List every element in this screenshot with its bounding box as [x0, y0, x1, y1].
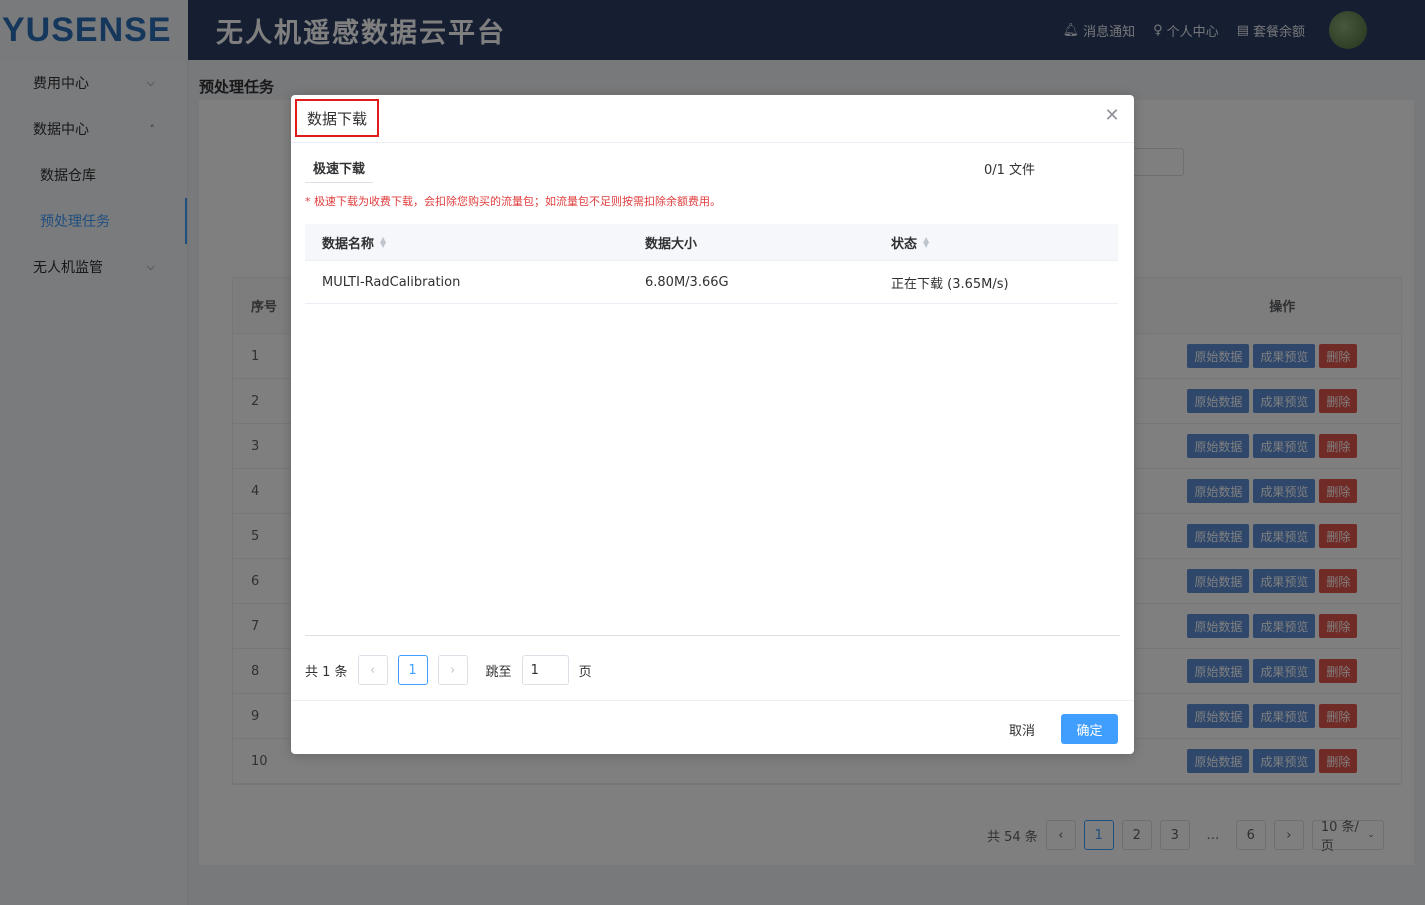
- dialog-pagination: 共 1 条 ‹ 1 › 跳至 页: [305, 655, 592, 685]
- sort-icon[interactable]: ▲ ▼: [923, 236, 929, 249]
- dialog-header: 数据下载 ✕: [291, 95, 1134, 143]
- tab-bar: 极速下载 0/1 文件: [305, 153, 1118, 183]
- file-size: 6.80M/3.66G: [645, 274, 729, 290]
- cancel-button[interactable]: 取消: [997, 714, 1047, 744]
- column-header-label: 数据大小: [645, 236, 698, 252]
- sort-icon[interactable]: ▲ ▼: [380, 236, 386, 249]
- download-status: 正在下载 (3.65M/s): [891, 276, 1009, 292]
- page-unit-label: 页: [578, 664, 592, 680]
- page-button[interactable]: 1: [397, 655, 428, 685]
- column-header-state[interactable]: 状态 ▲ ▼: [891, 233, 1118, 252]
- confirm-button[interactable]: 确定: [1061, 714, 1118, 744]
- column-header-name[interactable]: 数据名称 ▲ ▼: [305, 233, 645, 252]
- tab-fast-download[interactable]: 极速下载: [305, 153, 374, 183]
- file-count: 0/1 文件: [984, 163, 1036, 178]
- pagination-total: 共 1 条: [305, 664, 348, 680]
- close-icon[interactable]: ✕: [1104, 107, 1120, 125]
- dialog-title: 数据下载: [295, 99, 380, 137]
- file-name: MULTI-RadCalibration: [322, 274, 461, 290]
- table-row: MULTI-RadCalibration 6.80M/3.66G 正在下载 (3…: [305, 260, 1118, 304]
- billing-notice: * 极速下载为收费下载，会扣除您购买的流量包；如流量包不足则按需扣除余额费用。: [305, 195, 721, 208]
- table-header: 数据名称 ▲ ▼ 数据大小 状态 ▲ ▼: [305, 224, 1118, 260]
- column-header-size: 数据大小: [645, 233, 891, 252]
- jump-page-input[interactable]: [521, 655, 569, 685]
- next-page-button[interactable]: ›: [437, 655, 468, 685]
- jump-label: 跳至: [485, 664, 512, 680]
- data-download-dialog: 数据下载 ✕ 极速下载 0/1 文件 * 极速下载为收费下载，会扣除您购买的流量…: [291, 95, 1134, 754]
- column-header-label: 数据名称: [322, 236, 375, 252]
- column-header-label: 状态: [891, 236, 918, 252]
- download-table: 数据名称 ▲ ▼ 数据大小 状态 ▲ ▼ MULTI-RadCalibration …: [305, 224, 1118, 304]
- dialog-footer: 取消 确定: [291, 700, 1134, 754]
- divider: [305, 635, 1120, 636]
- prev-page-button[interactable]: ‹: [357, 655, 388, 685]
